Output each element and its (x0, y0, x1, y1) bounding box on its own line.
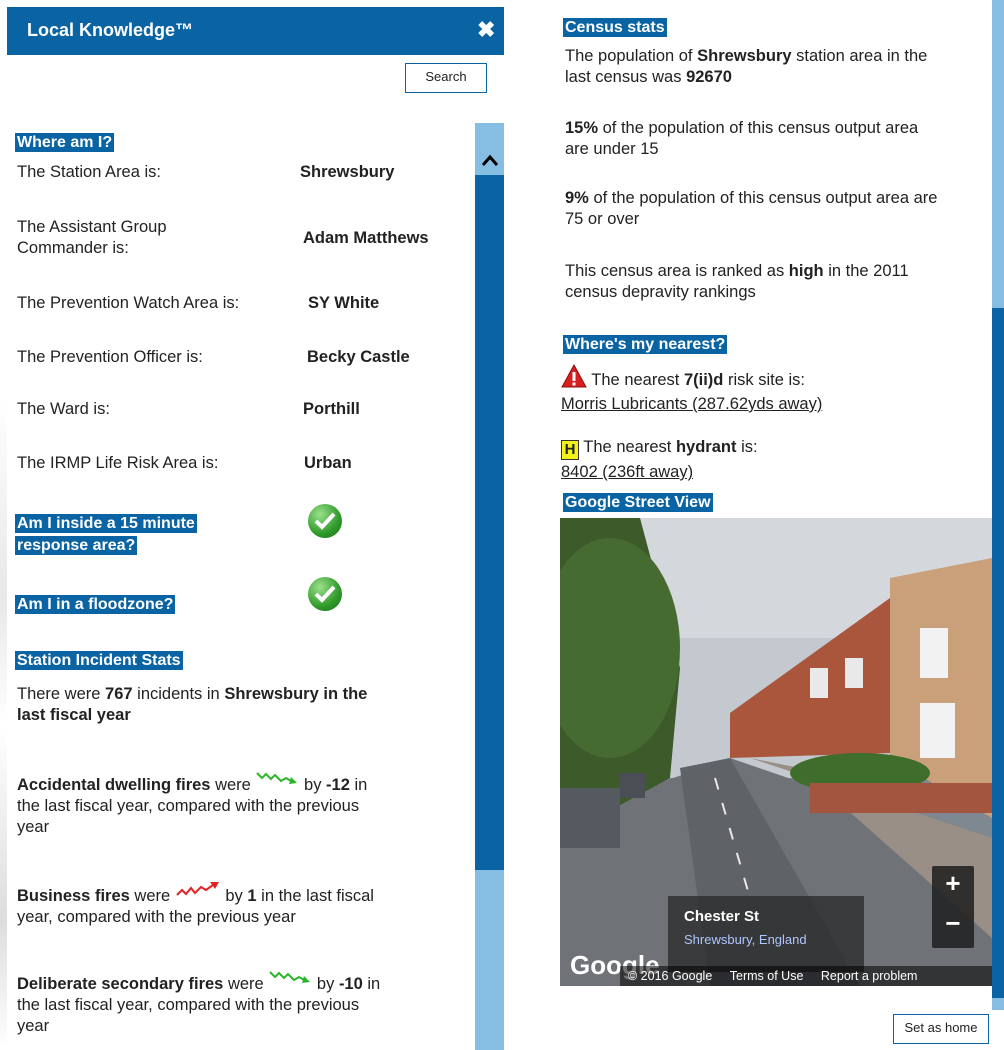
hydrant-link[interactable]: 8402 (236ft away) (561, 462, 693, 483)
zoom-controls: + − (932, 866, 974, 948)
checkmark-icon (308, 577, 342, 611)
census-over75: 9% of the population of this census outp… (565, 189, 938, 228)
response-question: Am I inside a 15 minute (15, 514, 197, 533)
scrollbar-thumb[interactable] (475, 175, 504, 870)
response-question: response area? (15, 536, 138, 555)
row-label: The IRMP Life Risk Area is: (17, 454, 219, 472)
street-view[interactable]: Chester St Shrewsbury, England + − Googl… (560, 518, 992, 986)
where-heading: Where am I? (15, 133, 115, 152)
panel-gap (504, 0, 549, 1050)
chevron-up-icon (481, 154, 498, 166)
street-name: Chester St (684, 908, 760, 925)
incident-stat: Business fires were by 1 in the last fis… (17, 881, 467, 928)
local-knowledge-panel: Local Knowledge™ ✖ Search Where am I? Th… (7, 7, 504, 1050)
row-value: SY White (308, 294, 380, 312)
row-value: Shrewsbury (300, 163, 395, 181)
incident-count: 767 (105, 685, 133, 703)
panel-title: Local Knowledge™ (27, 20, 194, 40)
search-button[interactable]: Search (405, 63, 487, 93)
nearest-heading: Where's my nearest? (563, 335, 728, 354)
warning-triangle-icon (561, 363, 587, 388)
checkmark-icon (308, 504, 342, 538)
attribution-bar: © 2016 Google Terms of Use Report a prob… (620, 966, 992, 986)
trend-up-icon (176, 882, 219, 896)
hydrant-icon: H (561, 440, 579, 460)
row-value: Porthill (303, 400, 360, 418)
row-value: Urban (304, 454, 352, 472)
row-label: The Prevention Officer is: (17, 348, 203, 366)
row-value: Adam Matthews (303, 229, 429, 247)
incident-stat: Accidental dwelling fires were by -12 in… (17, 770, 467, 838)
nearest-hydrant: H The nearest hydrant is: (561, 437, 986, 460)
floodzone-question: Am I in a floodzone? (15, 595, 176, 614)
row-label: The Station Area is: (17, 163, 161, 181)
row-label: The Prevention Watch Area is: (17, 294, 240, 312)
row-label: The Ward is: (17, 400, 110, 418)
scroll-up-button[interactable] (475, 123, 504, 175)
local-knowledge-panel-scrolled: Census stats The population of Shrewsbur… (549, 0, 1004, 1050)
nearest-risk-site: The nearest 7(ii)d risk site is: (561, 363, 986, 391)
census-deprivation: This census area is ranked as high in th… (565, 262, 909, 301)
census-heading: Census stats (563, 18, 667, 37)
copyright: © 2016 Google (628, 969, 713, 983)
risk-site-link[interactable]: Morris Lubricants (287.62yds away) (561, 394, 822, 415)
location-card: Chester St Shrewsbury, England (668, 896, 864, 972)
census-under15: 15% of the population of this census out… (565, 119, 919, 158)
row-label: Commander is: (17, 239, 129, 257)
census-population: The population of Shrewsbury station are… (565, 47, 928, 86)
trend-down-icon (256, 772, 298, 784)
trend-down-icon (269, 971, 311, 983)
zoom-out-button[interactable]: − (932, 908, 974, 939)
row-label: The Assistant Group (17, 218, 167, 236)
row-value: Becky Castle (307, 348, 410, 366)
terms-link[interactable]: Terms of Use (730, 969, 804, 983)
scrollbar-thumb[interactable] (992, 308, 1004, 998)
incident-stats-heading: Station Incident Stats (15, 651, 183, 670)
street-view-heading: Google Street View (563, 493, 713, 512)
close-icon[interactable]: ✖ (477, 17, 495, 43)
incident-intro: There were 767 incidents in Shrewsbury i… (17, 685, 368, 724)
set-as-home-button[interactable]: Set as home (893, 1014, 989, 1044)
town-name: Shrewsbury, England (684, 932, 807, 947)
zoom-in-button[interactable]: + (932, 868, 974, 899)
map-edge-left (0, 400, 7, 1050)
incident-stat: Deliberate secondary fires were by -10 i… (17, 969, 467, 1037)
report-problem-link[interactable]: Report a problem (821, 969, 918, 983)
